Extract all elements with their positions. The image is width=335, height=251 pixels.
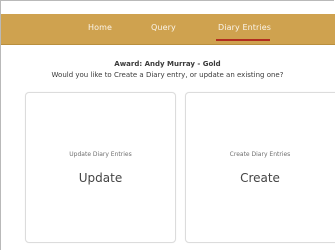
top-navbar: Home Query Diary Entries — [1, 14, 335, 45]
update-card-subtitle: Update Diary Entries — [69, 151, 132, 158]
update-card[interactable]: Update Diary Entries Update — [25, 92, 176, 243]
create-card-title: Create — [240, 171, 280, 185]
create-card-subtitle: Create Diary Entries — [229, 151, 291, 158]
update-card-title: Update — [78, 171, 123, 185]
award-heading: Award: Andy Murray - Gold — [114, 60, 221, 68]
action-question: Would you like to Create a Diary entry, … — [51, 71, 284, 79]
nav-home-link[interactable]: Home — [88, 23, 112, 32]
nav-diary-entries-link[interactable]: Diary Entries — [218, 23, 271, 32]
create-card[interactable]: Create Diary Entries Create — [185, 92, 335, 243]
active-tab-indicator — [216, 39, 270, 41]
nav-query-link[interactable]: Query — [151, 23, 176, 32]
